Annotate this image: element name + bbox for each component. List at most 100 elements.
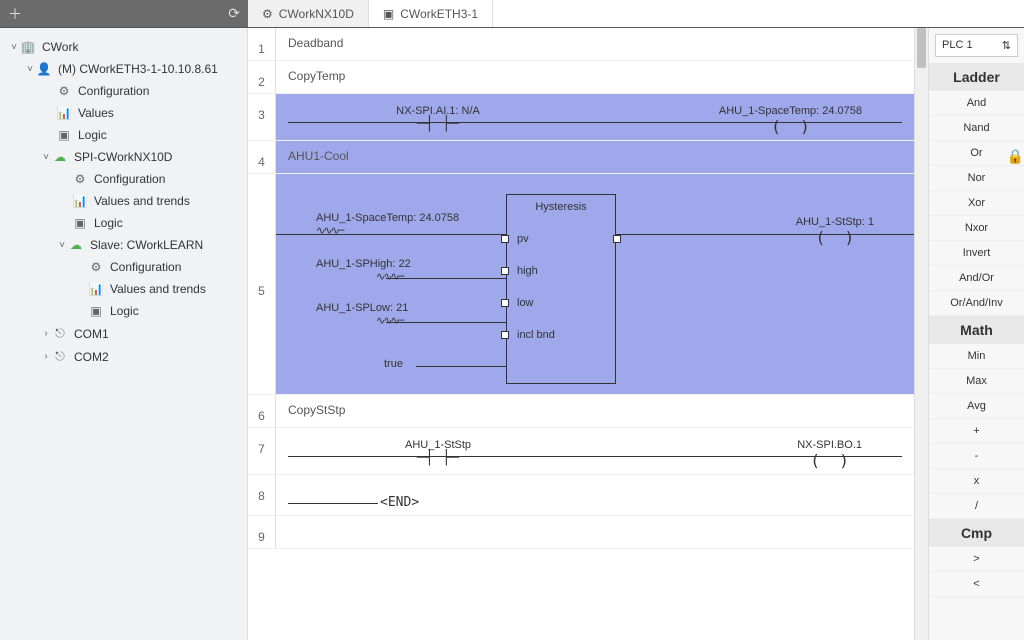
coil[interactable]: NX-SPI.BO.1 ( ): [797, 439, 862, 470]
scroll-thumb[interactable]: [917, 28, 926, 68]
block-input-label: AHU_1-SpaceTemp: 24.0758∿∿∿─: [316, 212, 459, 237]
palette-item[interactable]: Or/And/Inv: [929, 291, 1024, 316]
tree-root[interactable]: ˅ 🏢 CWork: [0, 36, 247, 58]
chevron-right-icon: ›: [40, 351, 52, 362]
port-icon: ⎋: [52, 349, 68, 364]
tree-com1[interactable]: ›⎋COM1: [0, 322, 247, 345]
rung-number: 5: [248, 174, 276, 394]
tree-item-config[interactable]: ⚙Configuration: [0, 256, 247, 278]
rung-number: 3: [248, 94, 276, 140]
block-input-label: AHU_1-SPLow: 21∿∿∿─: [316, 302, 408, 327]
sliders-icon: ⚙: [262, 7, 273, 21]
refresh-button[interactable]: ⟳: [228, 5, 240, 22]
chart-icon: 📊: [88, 282, 104, 296]
rung-number: 7: [248, 428, 276, 474]
logic-icon: ▣: [56, 128, 72, 142]
palette-item[interactable]: +: [929, 419, 1024, 444]
logic-icon: ▣: [72, 216, 88, 230]
palette-item[interactable]: x: [929, 469, 1024, 494]
contact[interactable]: NX-SPI.AI.1: N/A ─┤ ├─: [378, 105, 498, 131]
tree-item-values[interactable]: 📊Values: [0, 102, 247, 124]
tree-item-config[interactable]: ⚙Configuration: [0, 80, 247, 102]
tree-item-values-trends[interactable]: 📊Values and trends: [0, 190, 247, 212]
tree-spi[interactable]: ˅ ☁ SPI-CWorkNX10D: [0, 146, 247, 168]
coil-symbol: ( ): [797, 451, 862, 470]
palette-item[interactable]: Invert: [929, 241, 1024, 266]
chart-icon: 📊: [56, 106, 72, 120]
tab-label: CWorkNX10D: [279, 7, 354, 21]
chevron-down-icon: ˅: [8, 42, 20, 53]
tab-cworketh3-1[interactable]: ▣ CWorkETH3-1: [369, 0, 493, 27]
project-tree: ˅ 🏢 CWork ˅ 👤 (M) CWorkETH3-1-10.10.8.61…: [0, 28, 248, 640]
tree-item-logic[interactable]: ▣Logic: [0, 300, 247, 322]
block-port-inclbnd: incl bnd: [507, 319, 615, 351]
palette-item[interactable]: And: [929, 91, 1024, 116]
logic-icon: ▣: [383, 7, 394, 21]
palette-header-cmp: Cmp: [929, 519, 1024, 547]
palette-item[interactable]: <: [929, 572, 1024, 597]
chevron-down-icon: ˅: [56, 240, 68, 251]
rung-number: 1: [248, 28, 276, 60]
rung-label: CopyTemp: [288, 69, 345, 83]
palette-item[interactable]: Nand: [929, 116, 1024, 141]
instruction-palette: PLC 1 ⇅ Ladder And Nand Or Nor Xor Nxor …: [928, 28, 1024, 640]
updown-icon: ⇅: [1002, 39, 1011, 52]
coil[interactable]: AHU_1-SpaceTemp: 24.0758 ( ): [719, 105, 862, 136]
vertical-scrollbar[interactable]: [914, 28, 928, 640]
tree-item-logic[interactable]: ▣Logic: [0, 212, 247, 234]
function-block-hysteresis[interactable]: Hysteresis pv high low incl bnd: [506, 194, 616, 384]
contact-symbol: ─┤ ├─: [378, 451, 498, 465]
plc-selector[interactable]: PLC 1 ⇅: [935, 34, 1018, 57]
block-title: Hysteresis: [507, 195, 615, 223]
tree-item-config[interactable]: ⚙Configuration: [0, 168, 247, 190]
rung-number: 8: [248, 475, 276, 515]
block-input-label: true: [384, 358, 403, 370]
rung-label: AHU1-Cool: [288, 149, 349, 163]
cloud-icon: ☁: [68, 238, 84, 252]
chevron-down-icon: ˅: [40, 152, 52, 163]
rung-number: 4: [248, 141, 276, 173]
palette-item[interactable]: Nxor: [929, 216, 1024, 241]
palette-item[interactable]: >: [929, 547, 1024, 572]
palette-header-ladder: Ladder: [929, 63, 1024, 91]
logic-icon: ▣: [88, 304, 104, 318]
device-icon: 👤: [36, 62, 52, 76]
chevron-right-icon: ›: [40, 328, 52, 339]
tree-slave[interactable]: ˅ ☁ Slave: CWorkLEARN: [0, 234, 247, 256]
palette-item[interactable]: /: [929, 494, 1024, 519]
contact[interactable]: AHU_1-StStp ─┤ ├─: [378, 439, 498, 465]
contact-symbol: ─┤ ├─: [378, 117, 498, 131]
block-port-pv: pv: [507, 223, 615, 255]
tree-item-logic[interactable]: ▣Logic: [0, 124, 247, 146]
palette-item[interactable]: Xor: [929, 191, 1024, 216]
block-port-high: high: [507, 255, 615, 287]
tab-cworknx10d[interactable]: ⚙ CWorkNX10D: [248, 0, 369, 27]
rung-label: Deadband: [288, 36, 343, 50]
tree-device[interactable]: ˅ 👤 (M) CWorkETH3-1-10.10.8.61: [0, 58, 247, 80]
coil-symbol: ( ): [796, 228, 874, 247]
add-button[interactable]: ＋: [8, 4, 22, 24]
sliders-icon: ⚙: [56, 84, 72, 98]
palette-item[interactable]: Max: [929, 369, 1024, 394]
cloud-icon: ☁: [52, 150, 68, 164]
sliders-icon: ⚙: [72, 172, 88, 186]
palette-item[interactable]: Min: [929, 344, 1024, 369]
tree-com2[interactable]: ›⎋COM2: [0, 345, 247, 368]
palette-item[interactable]: Avg: [929, 394, 1024, 419]
palette-item[interactable]: Nor: [929, 166, 1024, 191]
tree-item-values-trends[interactable]: 📊Values and trends: [0, 278, 247, 300]
rung-number: 2: [248, 61, 276, 93]
sliders-icon: ⚙: [88, 260, 104, 274]
tab-label: CWorkETH3-1: [400, 7, 478, 21]
palette-item[interactable]: And/Or: [929, 266, 1024, 291]
coil[interactable]: AHU_1-StStp: 1 ( ): [796, 216, 874, 247]
coil-symbol: ( ): [719, 117, 862, 136]
block-port-low: low: [507, 287, 615, 319]
rung-number: 6: [248, 395, 276, 427]
palette-item[interactable]: -: [929, 444, 1024, 469]
rung-label: CopyStStp: [288, 403, 345, 417]
rung-number: 9: [248, 516, 276, 548]
lock-icon[interactable]: 🔒: [1007, 148, 1024, 165]
ladder-editor[interactable]: 1 Deadband 2 CopyTemp 3 NX-SPI.AI.1: N/A…: [248, 28, 914, 640]
chart-icon: 📊: [72, 194, 88, 208]
